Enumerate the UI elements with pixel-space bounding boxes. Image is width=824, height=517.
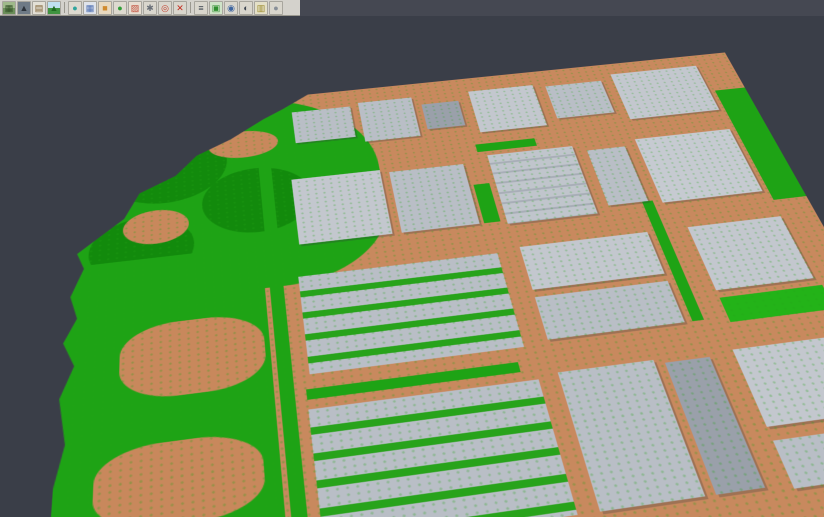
delete-icon[interactable]: ✕	[173, 1, 187, 15]
building	[520, 231, 665, 289]
sphere-icon[interactable]: ●	[68, 1, 82, 15]
building	[610, 65, 719, 118]
greenhouse-row-block	[308, 379, 577, 517]
ridged-roof-building	[487, 146, 597, 224]
palette-icon[interactable]: ▥	[254, 1, 268, 15]
grid-icon[interactable]: ▦	[83, 1, 97, 15]
building	[587, 146, 648, 205]
building	[292, 106, 356, 143]
application-window: ▦ ▲ ▤ ▲ ● ▦ ■ ● ▨ ✱ ◎ ✕ ≡ ▣ ◉ ◐ ▥ ●	[0, 0, 824, 517]
info-icon[interactable]: ●	[269, 1, 283, 15]
warehouse-building	[688, 216, 814, 290]
toolbar-separator	[64, 2, 65, 13]
main-toolbar: ▦ ▲ ▤ ▲ ● ▦ ■ ● ▨ ✱ ◎ ✕ ≡ ▣ ◉ ◐ ▥ ●	[0, 0, 300, 16]
vegetation-patch	[719, 284, 824, 321]
building	[535, 280, 685, 339]
classify-green-icon[interactable]: ●	[113, 1, 127, 15]
tree-line	[475, 138, 537, 152]
building	[468, 85, 547, 132]
hatch-icon[interactable]: ▨	[128, 1, 142, 15]
dark-model-icon[interactable]: ▲	[17, 1, 31, 15]
warehouse-building	[291, 170, 392, 244]
ortho-image-icon[interactable]: ■	[98, 1, 112, 15]
globe-icon[interactable]: ◉	[224, 1, 238, 15]
warehouse-building	[733, 334, 824, 426]
building	[358, 97, 421, 141]
building	[421, 100, 465, 128]
3d-viewport[interactable]	[0, 16, 824, 517]
pointcloud-terrain	[33, 52, 824, 517]
mountain-view-icon[interactable]: ▲	[47, 1, 61, 15]
vegetation-icon[interactable]: ▣	[209, 1, 223, 15]
building	[389, 164, 480, 233]
building	[773, 423, 824, 488]
target-icon[interactable]: ◎	[158, 1, 172, 15]
layers-icon[interactable]: ≡	[194, 1, 208, 15]
terrain-layer-icon[interactable]: ▦	[2, 1, 16, 15]
toolbar-separator	[190, 2, 191, 13]
settings-icon[interactable]: ✱	[143, 1, 157, 15]
open-file-icon[interactable]: ▤	[32, 1, 46, 15]
building	[545, 80, 614, 118]
contrast-icon[interactable]: ◐	[239, 1, 253, 15]
